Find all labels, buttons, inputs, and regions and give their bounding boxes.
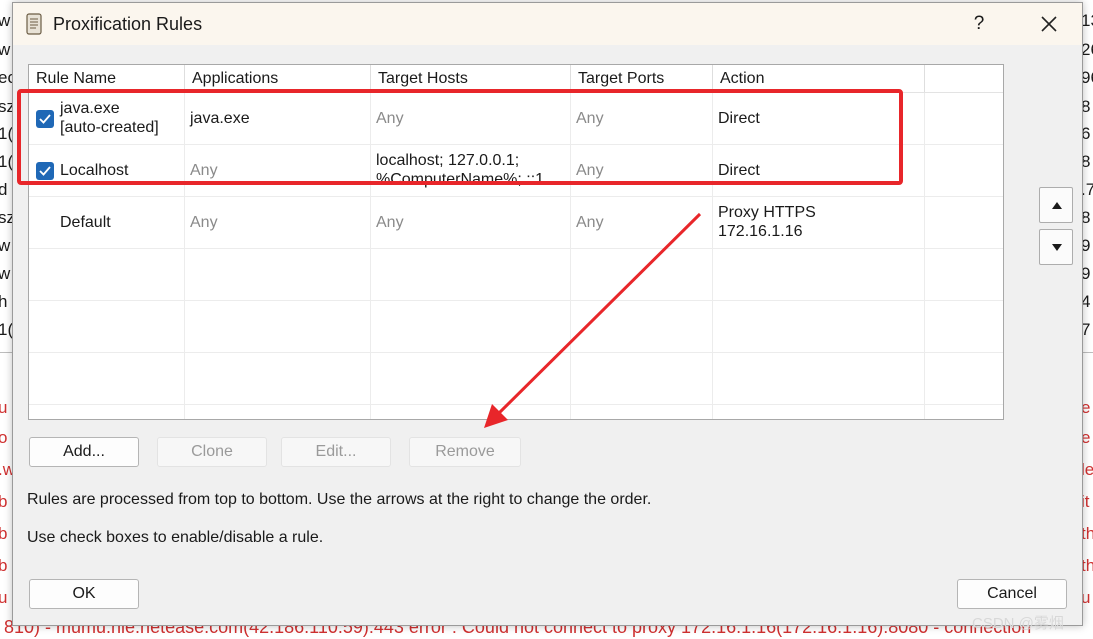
add-button[interactable]: Add... (29, 437, 139, 467)
rule-name: Default (60, 214, 111, 231)
column-header-target-hosts[interactable]: Target Hosts (371, 65, 571, 92)
rule-applications: Any (190, 214, 218, 231)
triangle-down-icon (1052, 244, 1062, 251)
bg-text: w (0, 236, 11, 255)
move-down-button[interactable] (1039, 229, 1073, 265)
info-text-checkboxes: Use check boxes to enable/disable a rule… (27, 529, 324, 546)
bg-text: w (0, 40, 11, 59)
grid-line (29, 196, 1003, 197)
cancel-button[interactable]: Cancel (957, 579, 1067, 609)
ok-button[interactable]: OK (29, 579, 139, 609)
bg-text: b (0, 524, 8, 543)
help-button[interactable]: ? (967, 11, 991, 37)
close-button[interactable] (1035, 11, 1063, 37)
grid-line (29, 248, 1003, 249)
column-header-applications[interactable]: Applications (185, 65, 371, 92)
bg-text: o (0, 428, 8, 447)
rule-target-hosts: Any (376, 214, 404, 231)
bg-text: w (0, 11, 11, 30)
rule-target-ports: Any (576, 214, 604, 231)
grid-line (924, 93, 925, 419)
remove-button[interactable]: Remove (409, 437, 521, 467)
column-header-action[interactable]: Action (713, 65, 925, 92)
edit-button[interactable]: Edit... (281, 437, 391, 467)
grid-line (29, 300, 1003, 301)
move-up-button[interactable] (1039, 187, 1073, 223)
bg-text: d (0, 180, 8, 199)
bg-text: h (0, 292, 8, 311)
watermark: CSDN @雾烟 (972, 615, 1064, 632)
annotation-highlight-box (17, 89, 903, 185)
grid-line (29, 352, 1003, 353)
triangle-up-icon (1052, 202, 1062, 209)
bg-text: b (0, 492, 8, 511)
bg-text: b (0, 556, 8, 575)
bg-text: u (0, 398, 8, 417)
clone-button[interactable]: Clone (157, 437, 267, 467)
column-header-rule-name[interactable]: Rule Name (29, 65, 185, 92)
grid-line (29, 404, 1003, 405)
info-text-order: Rules are processed from top to bottom. … (27, 491, 652, 508)
scroll-icon (25, 13, 43, 35)
bg-text: u (0, 588, 8, 607)
rule-action: Proxy HTTPS (718, 204, 816, 221)
bg-text: w (0, 264, 11, 283)
rule-action-proxy-address: 172.16.1.16 (718, 223, 803, 240)
close-icon (1041, 16, 1057, 32)
column-header-target-ports[interactable]: Target Ports (571, 65, 713, 92)
title-bar[interactable]: Proxification Rules ? (13, 3, 1082, 45)
dialog-title: Proxification Rules (53, 14, 203, 34)
